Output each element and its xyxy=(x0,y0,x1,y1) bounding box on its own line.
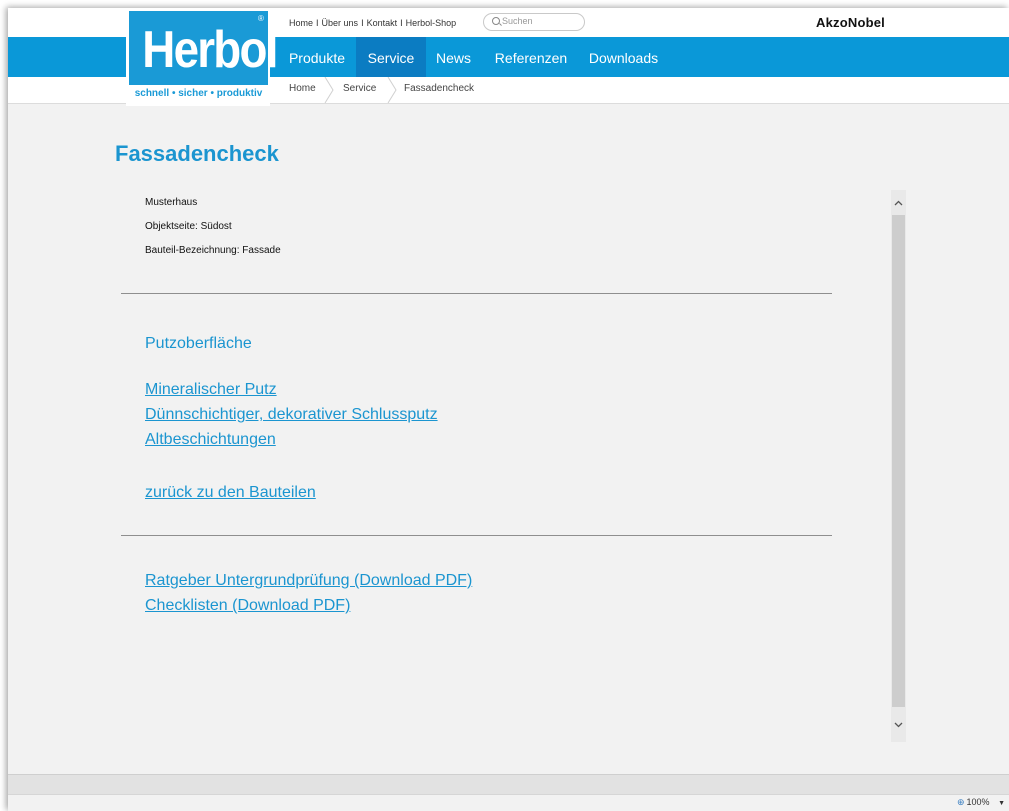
top-link-home[interactable]: Home xyxy=(289,18,313,28)
herbol-logo[interactable]: Herbol ® schnell • sicher • produktiv xyxy=(126,8,278,106)
search-placeholder: Suchen xyxy=(502,16,533,26)
akzonobel-logo[interactable]: AkzoNobel xyxy=(816,15,885,30)
top-links: Home I Über uns I Kontakt I Herbol-Shop xyxy=(289,18,456,28)
browser-window: Home I Über uns I Kontakt I Herbol-Shop Suchen… xyxy=(8,8,1009,811)
breadcrumb-chevron-icon xyxy=(324,77,334,103)
section-heading: Putzoberfläche xyxy=(145,335,252,352)
breadcrumb-service[interactable]: Service xyxy=(343,83,376,94)
logo-box: Herbol ® xyxy=(129,11,278,85)
download-checklisten-link[interactable]: Checklisten (Download PDF) xyxy=(145,597,350,615)
zoom-level: 100% xyxy=(966,797,990,807)
top-link-contact[interactable]: Kontakt xyxy=(367,18,398,28)
component-name: Bauteil-Bezeichnung: Fassade xyxy=(145,245,281,256)
chevron-down-icon[interactable]: ▼ xyxy=(998,800,1005,807)
separator: I xyxy=(316,18,319,28)
zoom-icon: ⊕ xyxy=(956,797,965,807)
top-link-about[interactable]: Über uns xyxy=(322,18,359,28)
link-schlussputz[interactable]: Dünnschichtiger, dekorativer Schlussputz xyxy=(145,406,438,424)
zoom-bar: ⊕ 100% ▼ xyxy=(8,794,1009,811)
status-bar xyxy=(8,774,1009,795)
object-name: Musterhaus xyxy=(145,197,198,208)
logo-wordmark: Herbol xyxy=(142,21,278,79)
separator: I xyxy=(361,18,364,28)
download-ratgeber-link[interactable]: Ratgeber Untergrundprüfung (Download PDF… xyxy=(145,572,472,590)
nav-item-produkte[interactable]: Produkte xyxy=(278,37,356,77)
object-side: Objektseite: Südost xyxy=(145,221,232,232)
scroll-thumb[interactable] xyxy=(892,215,905,707)
nav-item-referenzen[interactable]: Referenzen xyxy=(486,37,576,77)
link-altbeschichtungen[interactable]: Altbeschichtungen xyxy=(145,431,276,449)
nav-item-downloads[interactable]: Downloads xyxy=(581,37,666,77)
back-to-components-link[interactable]: zurück zu den Bauteilen xyxy=(145,484,316,502)
separator: I xyxy=(400,18,403,28)
registered-mark: ® xyxy=(258,14,264,23)
breadcrumb-current: Fassadencheck xyxy=(404,83,475,94)
divider xyxy=(121,293,832,294)
page-title: Fassadencheck xyxy=(115,141,279,166)
zoom-control[interactable]: ⊕ 100% ▼ xyxy=(957,797,1005,808)
link-mineralischer-putz[interactable]: Mineralischer Putz xyxy=(145,381,277,399)
scroll-down-icon[interactable] xyxy=(894,720,903,729)
nav-item-service[interactable]: Service xyxy=(356,37,426,77)
breadcrumb-chevron-icon xyxy=(387,77,397,103)
scroll-up-icon[interactable] xyxy=(894,199,903,208)
logo-tagline: schnell • sicher • produktiv xyxy=(134,88,263,99)
content-scrollbar[interactable] xyxy=(891,190,906,742)
divider xyxy=(121,535,832,536)
search-icon xyxy=(492,17,500,25)
search-input[interactable]: Suchen xyxy=(483,13,585,31)
top-link-shop[interactable]: Herbol-Shop xyxy=(406,18,457,28)
nav-item-news[interactable]: News xyxy=(426,37,481,77)
breadcrumb-home[interactable]: Home xyxy=(289,83,316,94)
